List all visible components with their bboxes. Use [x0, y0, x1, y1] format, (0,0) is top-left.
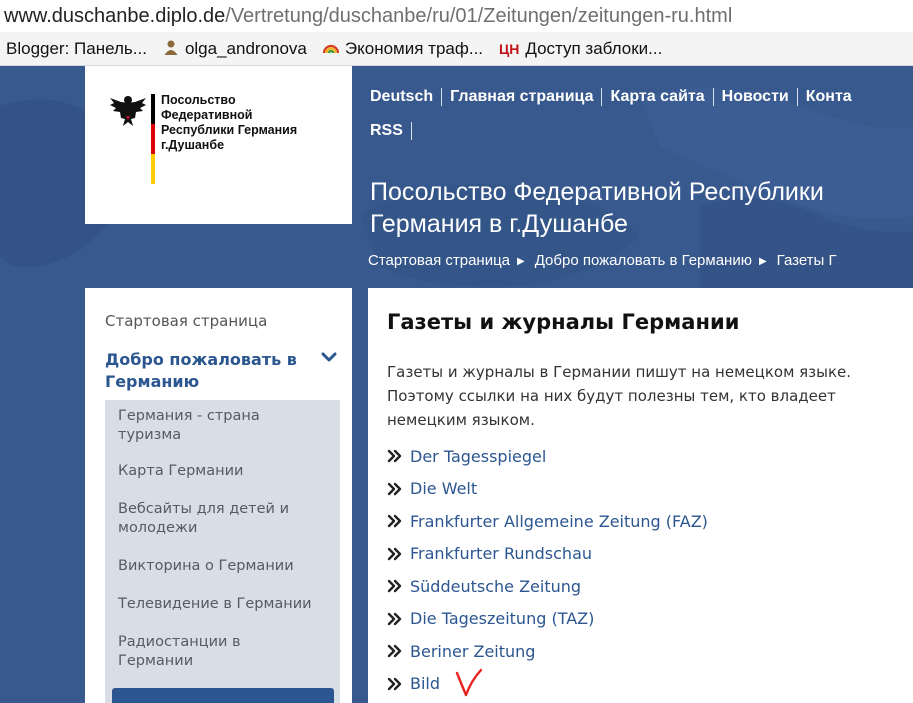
bookmark-olga[interactable]: olga_andronova — [157, 39, 317, 59]
tsn-icon: ЦН — [499, 40, 520, 57]
sidebar-item-active[interactable] — [112, 688, 334, 703]
person-icon — [163, 39, 179, 58]
newspaper-link-label: Beriner Zeitung — [410, 641, 536, 661]
newspaper-link[interactable]: Frankfurter Rundschau — [387, 538, 907, 571]
bookmark-blogger[interactable]: Blogger: Панель... — [0, 39, 157, 59]
newspaper-link-label: Frankfurter Rundschau — [410, 544, 593, 564]
breadcrumb-item[interactable]: Стартовая страница — [368, 252, 510, 269]
address-bar[interactable]: www.duschanbe.diplo.de/Vertretung/duscha… — [0, 0, 913, 32]
intro-text: Газеты и журналы в Германии пишут на нем… — [387, 363, 852, 429]
site-title: Посольство Федеративной Республики Герма… — [370, 178, 824, 238]
main-content: Газеты и журналы Германии Газеты и журна… — [368, 288, 913, 703]
sidebar-submenu: Германия - страна туризма Карта Германии… — [105, 400, 340, 703]
double-chevron-right-icon — [387, 482, 410, 496]
double-chevron-right-icon — [387, 644, 410, 658]
logo-text: Посольство Федеративной Республики Герма… — [161, 93, 341, 153]
bookmark-label: Доступ заблоки... — [525, 38, 663, 58]
newspaper-link-label: Frankfurter Allgemeine Zeitung (FAZ) — [410, 511, 708, 531]
url-path: /Vertretung/duschanbe/ru/01/Zeitungen/ze… — [225, 4, 733, 27]
breadcrumb-item[interactable]: Добро пожаловать в Германию — [535, 252, 752, 269]
embassy-logo[interactable]: Посольство Федеративной Республики Герма… — [85, 66, 352, 224]
page-title: Газеты и журналы Германии — [387, 310, 740, 334]
double-chevron-right-icon — [387, 514, 410, 528]
bookmark-traffic[interactable]: Экономия траф... — [317, 39, 493, 59]
bookmark-label: Экономия траф... — [344, 38, 484, 58]
sidebar-section-welcome[interactable]: Добро пожаловать в Германию — [105, 349, 315, 393]
newspaper-links: Der Tagesspiegel Die Welt Frankfurter Allg… — [387, 440, 907, 700]
eagle-icon — [110, 96, 146, 126]
breadcrumb-item[interactable]: Газеты Г — [777, 252, 837, 269]
newspaper-link[interactable]: Beriner Zeitung — [387, 635, 907, 668]
newspaper-link[interactable]: Die Tageszeitung (TAZ) — [387, 603, 907, 636]
double-chevron-right-icon — [387, 612, 410, 626]
rainbow-icon — [322, 39, 340, 58]
nav-sitemap[interactable]: Карта сайта — [610, 88, 714, 106]
newspaper-link-label: Bild — [410, 674, 441, 694]
newspaper-link-label: Die Tageszeitung (TAZ) — [410, 609, 595, 629]
sidebar-item-quiz[interactable]: Викторина о Германии — [118, 557, 318, 576]
double-chevron-right-icon — [387, 547, 410, 561]
newspaper-link-label: Die Welt — [410, 479, 478, 499]
top-navigation: Deutsch Главная страница Карта сайта Нов… — [370, 80, 913, 148]
newspaper-link-label: Der Tagesspiegel — [410, 446, 547, 466]
bookmark-label: olga_andronova — [184, 38, 307, 58]
breadcrumb-arrow-icon: ▶ — [517, 256, 525, 267]
newspaper-link[interactable]: Frankfurter Allgemeine Zeitung (FAZ) — [387, 505, 907, 538]
nav-deutsch[interactable]: Deutsch — [370, 88, 443, 106]
bookmark-label: Blogger: Панель... — [6, 38, 147, 58]
sidebar: Стартовая страница Добро пожаловать в Ге… — [85, 288, 352, 703]
nav-row: RSS — [370, 114, 913, 148]
logo-line: г.Душанбе — [161, 138, 225, 152]
nav-rss[interactable]: RSS — [370, 122, 412, 140]
nav-contact[interactable]: Конта — [806, 88, 852, 106]
sidebar-item-tv[interactable]: Телевидение в Германии — [118, 595, 318, 614]
bookmark-access[interactable]: ЦН Доступ заблоки... — [493, 39, 672, 59]
sidebar-item-kids-websites[interactable]: Вебсайты для детей и молодежи — [118, 500, 318, 538]
sidebar-item-tourism[interactable]: Германия - страна туризма — [118, 407, 318, 445]
german-flag-bar — [151, 94, 155, 184]
sidebar-item-home[interactable]: Стартовая страница — [105, 312, 267, 330]
nav-home[interactable]: Главная страница — [450, 88, 603, 106]
sidebar-item-map[interactable]: Карта Германии — [118, 462, 318, 481]
newspaper-link[interactable]: Die Welt — [387, 473, 907, 506]
chevron-down-icon[interactable] — [321, 352, 337, 364]
double-chevron-right-icon — [387, 449, 410, 463]
url-host: www.duschanbe.diplo.de — [4, 4, 226, 27]
red-check-annotation — [455, 668, 483, 697]
newspaper-link[interactable]: Süddeutsche Zeitung — [387, 570, 907, 603]
nav-row: Deutsch Главная страница Карта сайта Нов… — [370, 80, 913, 114]
logo-line: Федеративной — [161, 108, 253, 122]
logo-line: Посольство — [161, 93, 236, 107]
sidebar-item-radio[interactable]: Радиостанции в Германии — [118, 633, 318, 671]
breadcrumb-arrow-icon: ▶ — [758, 256, 767, 267]
newspaper-link-label: Süddeutsche Zeitung — [410, 576, 582, 596]
webpage: Посольство Федеративной Республики Герма… — [0, 66, 913, 703]
double-chevron-right-icon — [387, 579, 410, 593]
breadcrumb: Стартовая страница ▶ Добро пожаловать в Ге… — [368, 252, 913, 269]
logo-line: Республики Германия — [161, 123, 298, 137]
double-chevron-right-icon — [387, 677, 410, 691]
newspaper-link[interactable]: Der Tagesspiegel — [387, 440, 907, 473]
bookmarks-bar: Blogger: Панель... olga_andronova Эконом… — [0, 32, 913, 66]
nav-news[interactable]: Новости — [722, 88, 798, 106]
